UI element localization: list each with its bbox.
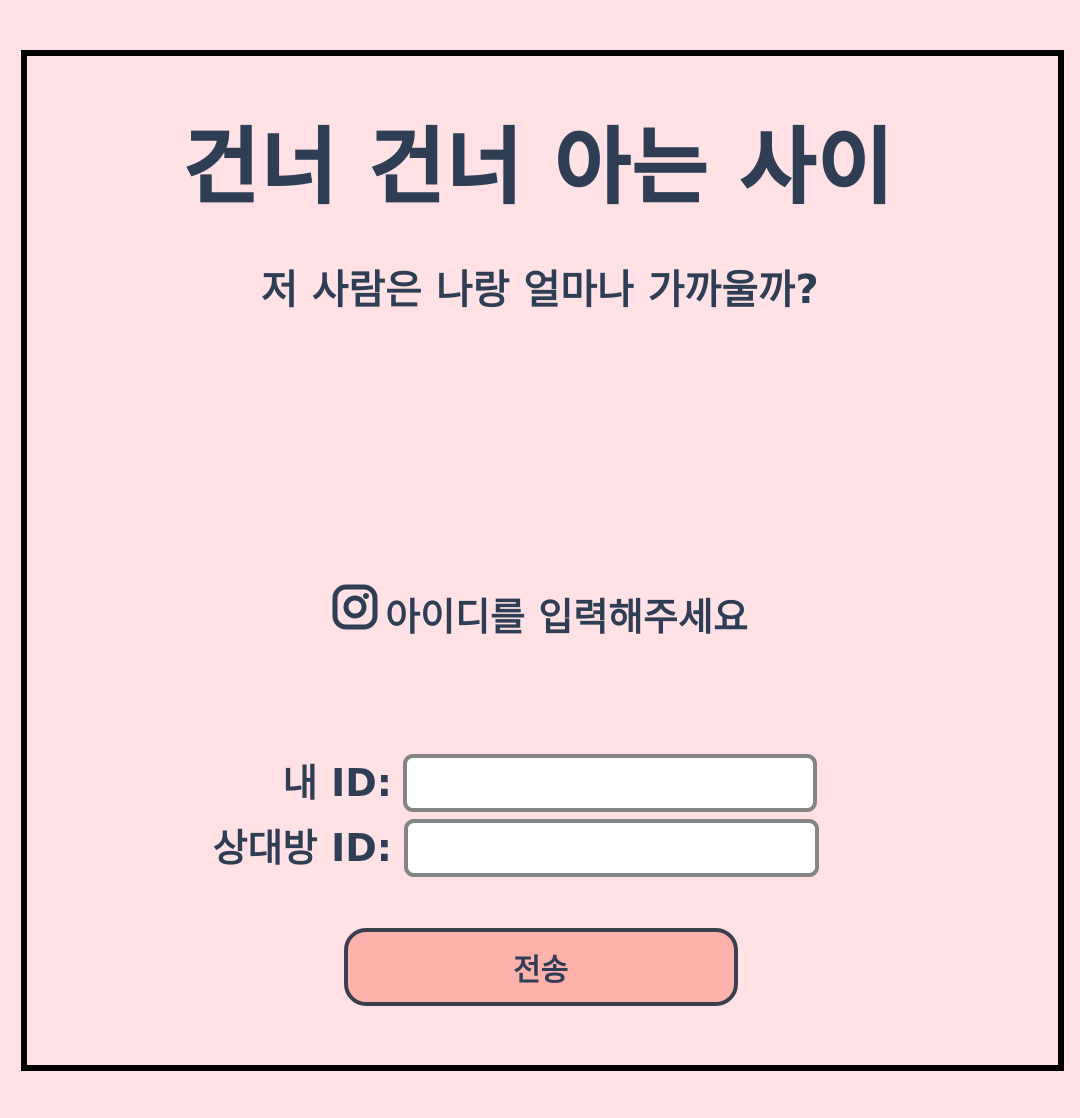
other-id-input[interactable] [404, 819, 819, 877]
instagram-icon [332, 584, 378, 642]
my-id-input[interactable] [403, 754, 817, 812]
page-subtitle: 저 사람은 나랑 얼마나 가까울까? [261, 267, 819, 313]
submit-button[interactable]: 전송 [344, 928, 738, 1006]
page-title: 건너 건너 아는 사이 [183, 119, 896, 216]
id-prompt-text: 아이디를 입력해주세요 [385, 595, 749, 639]
my-id-row: 내 ID: [140, 754, 392, 812]
my-id-label: 내 ID: [282, 761, 392, 805]
id-prompt: 아이디를 입력해주세요 [0, 584, 1080, 646]
other-id-row: 상대방 ID: [140, 819, 392, 877]
other-id-label: 상대방 ID: [213, 826, 392, 870]
